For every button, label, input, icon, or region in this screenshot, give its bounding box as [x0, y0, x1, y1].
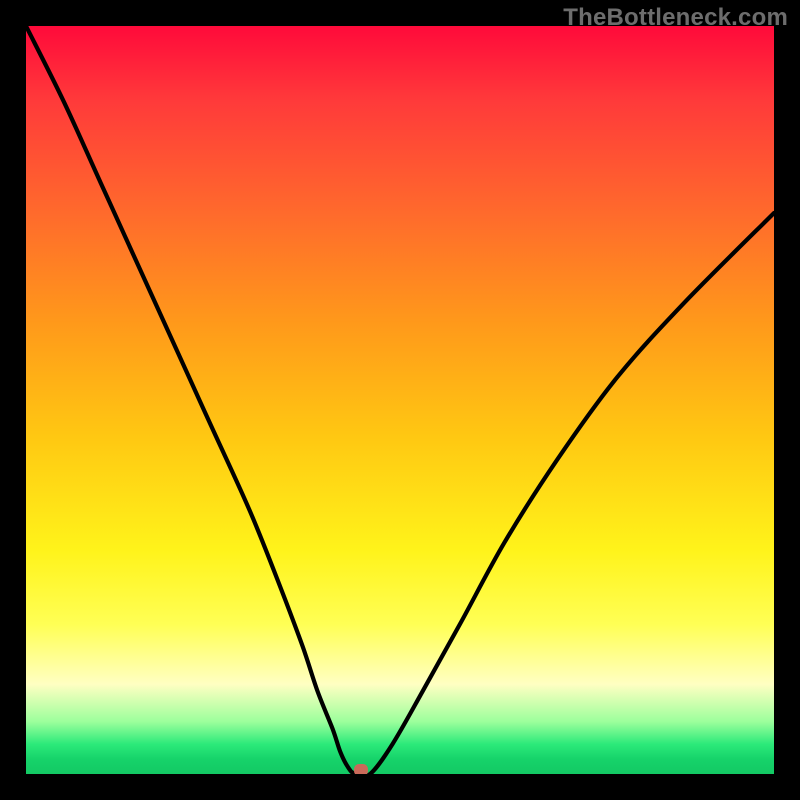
curve-layer	[26, 26, 774, 774]
optimal-point-marker	[354, 764, 368, 774]
plot-area	[26, 26, 774, 774]
chart-frame: TheBottleneck.com	[0, 0, 800, 800]
bottleneck-curve	[26, 26, 774, 774]
